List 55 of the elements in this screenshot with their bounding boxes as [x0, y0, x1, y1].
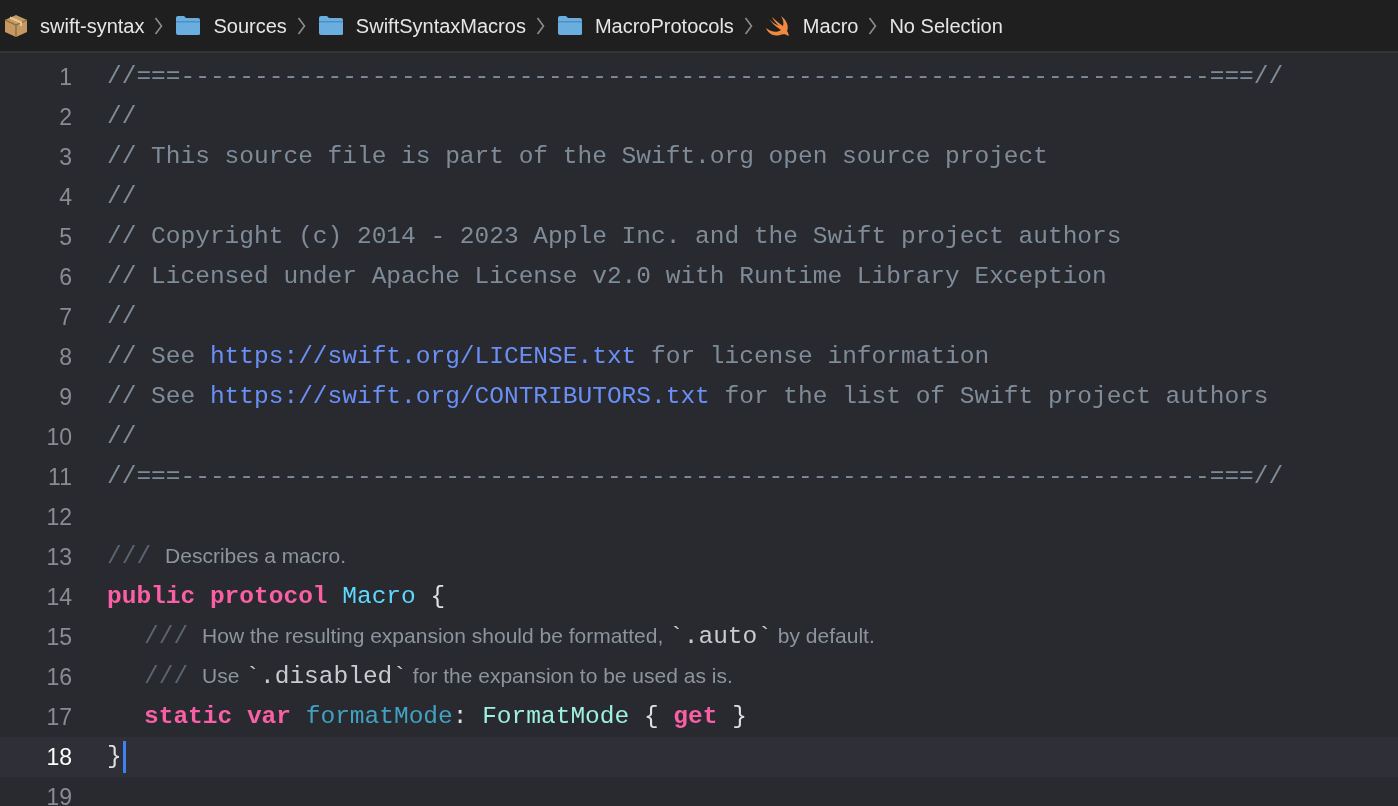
code-line: }: [107, 741, 122, 772]
line-number: 14: [45, 582, 72, 612]
line-number: 8: [58, 342, 72, 372]
code-line: // Copyright (c) 2014 - 2023 Apple Inc. and the Swift project authors: [107, 221, 1122, 252]
code-line: /// How the resulting expansion should be formatted, `.auto` by default.: [144, 621, 875, 652]
code-line: // See https://swift.org/CONTRIBUTORS.txt for the list of Swift project authors: [107, 381, 1269, 412]
code-line: static var formatMode: FormatMode { get }: [144, 701, 747, 732]
line-number: 5: [58, 222, 72, 252]
line-number: 1: [58, 62, 72, 92]
breadcrumb-item[interactable]: swift-syntax: [40, 10, 145, 41]
chevron-icon: [296, 16, 306, 35]
line-number: 2: [58, 102, 72, 132]
chevron-icon: [743, 16, 753, 35]
code-line: //===----------------------------------------------------------------------===//: [107, 61, 1284, 92]
line-number: 16: [45, 662, 72, 692]
breadcrumb-label[interactable]: No Selection: [889, 10, 1003, 41]
line-number: 6: [58, 262, 72, 292]
line-number: 17: [45, 702, 72, 732]
breadcrumb-item[interactable]: Sources: [213, 10, 287, 41]
line-number: 3: [58, 142, 72, 172]
folder-icon: [556, 15, 583, 36]
package-icon: [4, 13, 28, 38]
code-line: /// Use `.disabled` for the expansion to be used as is.: [144, 661, 733, 692]
line-number: 7: [58, 302, 72, 332]
chevron-icon: [154, 16, 164, 35]
line-number: 15: [45, 622, 72, 652]
line-number: 12: [45, 502, 72, 532]
code-line: //: [107, 181, 137, 212]
code-line: // See https://swift.org/LICENSE.txt for license information: [107, 341, 990, 372]
line-number: 13: [45, 542, 72, 572]
code-line: //: [107, 301, 137, 332]
line-number: 10: [45, 422, 72, 452]
link[interactable]: https://swift.org/CONTRIBUTORS.txt: [209, 382, 710, 410]
line-number: 9: [58, 382, 72, 412]
breadcrumb-item[interactable]: Macro: [802, 10, 859, 41]
text-cursor: [122, 741, 126, 773]
code-line: //===----------------------------------------------------------------------===//: [107, 461, 1284, 492]
line-number: 19: [45, 782, 72, 806]
folder-icon: [175, 15, 202, 36]
line-number: 18: [45, 742, 72, 772]
line-number: 4: [58, 182, 72, 212]
code-line: //: [107, 421, 137, 452]
swift-icon: [764, 14, 791, 37]
line-number: 11: [47, 462, 72, 492]
code-line: /// Describes a macro.: [107, 541, 346, 572]
code-line: //: [107, 101, 137, 132]
chevron-icon: [535, 16, 545, 35]
code-line: public protocol Macro {: [107, 581, 446, 612]
breadcrumb-item[interactable]: MacroProtocols: [594, 10, 734, 41]
link[interactable]: https://swift.org/LICENSE.txt: [209, 342, 637, 370]
breadcrumb-item[interactable]: SwiftSyntaxMacros: [355, 10, 526, 41]
chevron-icon: [868, 16, 878, 35]
code-line: // This source file is part of the Swift.org open source project: [107, 141, 1048, 172]
folder-icon: [317, 15, 344, 36]
code-line: // Licensed under Apache License v2.0 with Runtime Library Exception: [107, 261, 1107, 292]
